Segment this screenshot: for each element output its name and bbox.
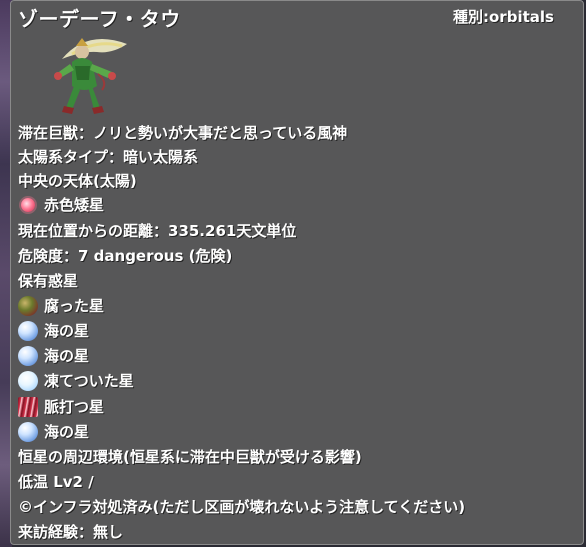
planet-item: 腐った星 bbox=[18, 295, 104, 317]
pulsing-planet-icon bbox=[18, 397, 38, 417]
danger-line: 危険度：7 dangerous (危険) bbox=[18, 247, 233, 265]
planets-heading: 保有惑星 bbox=[18, 272, 79, 290]
planet-name: 海の星 bbox=[44, 423, 90, 441]
environment-value: 低温 Lv2 / bbox=[18, 473, 94, 491]
visit-line: 来訪経験：無し bbox=[18, 523, 124, 541]
central-body-heading: 中央の天体(太陽) bbox=[18, 172, 137, 190]
red-dwarf-icon bbox=[21, 198, 35, 212]
planet-name: 脈打つ星 bbox=[44, 398, 105, 416]
sea-planet-icon bbox=[18, 422, 38, 442]
environment-heading: 恒星の周辺環境(恒星系に滞在中巨獣が受ける影響) bbox=[18, 448, 362, 466]
planet-name: 海の星 bbox=[44, 347, 90, 365]
sea-planet-icon bbox=[18, 346, 38, 366]
central-body-item: 赤色矮星 bbox=[18, 194, 104, 216]
sea-planet-icon bbox=[18, 321, 38, 341]
solar-type-line: 太陽系タイプ：暗い太陽系 bbox=[18, 148, 199, 166]
planet-name: 凍てついた星 bbox=[44, 372, 134, 390]
planet-item: 海の星 bbox=[18, 345, 89, 367]
planet-item: 海の星 bbox=[18, 320, 89, 342]
resident-beast-line: 滞在巨獣：ノリと勢いが大事だと思っている風神 bbox=[18, 124, 348, 142]
infra-line: ©インフラ対処済み(ただし区画が壊れないよう注意してください) bbox=[18, 498, 466, 516]
planet-item: 海の星 bbox=[18, 421, 89, 443]
frozen-planet-icon bbox=[18, 371, 38, 391]
distance-line: 現在位置からの距離：335.261天文単位 bbox=[18, 222, 297, 240]
wind-god-portrait-icon bbox=[54, 38, 127, 114]
planet-item: 凍てついた星 bbox=[18, 370, 134, 392]
system-type-label: 種別:orbitals bbox=[453, 8, 554, 26]
planet-item: 脈打つ星 bbox=[18, 396, 104, 418]
planet-name: 海の星 bbox=[44, 322, 90, 340]
central-body-name: 赤色矮星 bbox=[44, 196, 105, 214]
rotten-planet-icon bbox=[18, 296, 38, 316]
planet-name: 腐った星 bbox=[44, 297, 105, 315]
